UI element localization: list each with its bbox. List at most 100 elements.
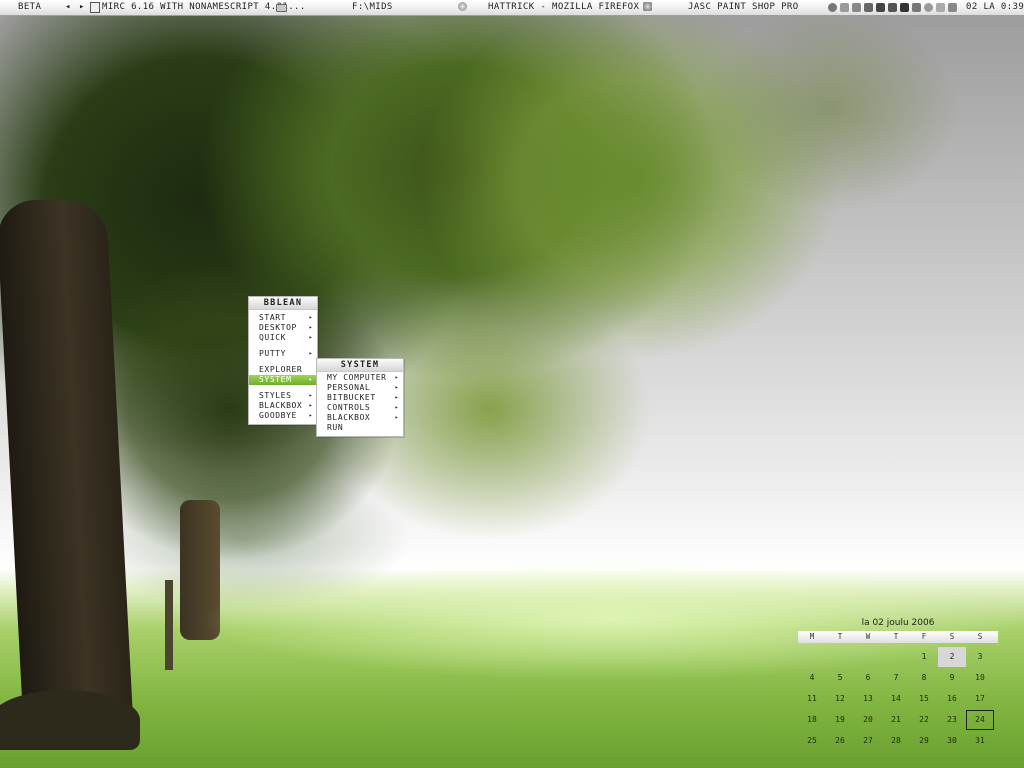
menu-item-run[interactable]: RUN [317,423,403,433]
calendar-day[interactable]: 26 [826,731,854,751]
menu-item-label: START [259,313,287,322]
calendar-day[interactable]: 21 [882,710,910,730]
calendar-day[interactable]: 4 [798,668,826,688]
calendar-day[interactable]: 15 [910,689,938,709]
menu-item-label: BLACKBOX [259,401,303,410]
settings-tray-icon[interactable] [924,3,933,12]
calendar-title: la 02 joulu 2006 [861,618,935,628]
calendar-day[interactable]: 17 [966,689,994,709]
tree-trunk [165,580,173,670]
calendar-day[interactable]: 3 [966,647,994,667]
menu-item-styles[interactable]: STYLES ▸ [249,391,317,401]
menu-item-start[interactable]: START ▸ [249,313,317,323]
network-tray-icon[interactable] [840,3,849,12]
calendar-day[interactable]: 12 [826,689,854,709]
menu-item-label: GOODBYE [259,411,297,420]
menu-item-label: EXPLORER [259,365,303,374]
audio-tray-icon[interactable] [864,3,873,12]
menu-item-desktop[interactable]: DESKTOP ▸ [249,323,317,333]
misc-tray-icon[interactable] [912,3,921,12]
firefox-icon [458,2,467,11]
weekday-label: T [837,632,843,641]
tree-trunk [0,690,140,750]
calendar-day[interactable]: 6 [854,668,882,688]
calendar-day[interactable]: 1 [910,647,938,667]
submenu-arrow-icon: ▸ [394,404,399,411]
menu-item-label: STYLES [259,391,292,400]
weekday-label: S [977,632,983,641]
taskbar-item-mirc[interactable]: MIRC 6.16 WITH NONAMESCRIPT 4.01... [90,0,305,15]
calendar-day[interactable]: 29 [910,731,938,751]
calendar-day[interactable]: 20 [854,710,882,730]
calendar-day[interactable]: 24 [966,710,994,730]
submenu-arrow-icon: ▸ [308,402,313,409]
bblean-root-menu: BBLEAN START ▸ DESKTOP ▸ QUICK ▸ PUTTY ▸ EXPLORE… [248,296,318,425]
taskbar-item-paintshop[interactable]: JASC PAINT SHOP PRO [640,0,800,15]
calendar-day[interactable]: 13 [854,689,882,709]
menu-item-putty[interactable]: PUTTY ▸ [249,349,317,359]
menu-item-personal[interactable]: PERSONAL ▸ [317,383,403,393]
gear-tray-icon[interactable] [828,3,837,12]
calendar-day[interactable]: 9 [938,668,966,688]
submenu-arrow-icon: ▸ [394,394,399,401]
submenu-arrow-icon: ▸ [308,334,313,341]
menu-item-my-computer[interactable]: MY COMPUTER ▸ [317,373,403,383]
calendar-day[interactable]: 30 [938,731,966,751]
calendar-day[interactable]: 10 [966,668,994,688]
sync-tray-icon[interactable] [948,3,957,12]
calendar-day[interactable]: 31 [966,731,994,751]
menu-item-controls[interactable]: CONTROLS ▸ [317,403,403,413]
menu-item-label: RUN [327,423,344,432]
menu-item-label: BLACKBOX [327,413,371,422]
calendar-day[interactable]: 28 [882,731,910,751]
taskbar-item-label: HATTRICK - MOZILLA FIREFOX [488,2,640,12]
menu-item-label: PUTTY [259,349,287,358]
menu-item-bitbucket[interactable]: BITBUCKET ▸ [317,393,403,403]
tools-tray-icon[interactable] [888,3,897,12]
calendar-grid: 1 2 3 4 5 6 7 8 9 10 11 12 13 14 15 16 17 18 19 20 21 22 23 24 2… [798,647,998,753]
menu-item-label: SYSTEM [259,375,292,384]
next-workspace-icon[interactable]: ▸ [79,0,85,15]
system-tray [828,0,960,15]
menu-item-goodbye[interactable]: GOODBYE ▸ [249,411,317,421]
calendar-day[interactable]: 8 [910,668,938,688]
menu-item-blackbox[interactable]: BLACKBOX ▸ [317,413,403,423]
calendar-day[interactable]: 5 [826,668,854,688]
display-tray-icon[interactable] [900,3,909,12]
menu-item-system[interactable]: SYSTEM ▸ [249,375,317,385]
calendar-day[interactable]: 25 [798,731,826,751]
submenu-arrow-icon: ▸ [308,412,313,419]
calendar-day[interactable]: 19 [826,710,854,730]
menu-item-explorer[interactable]: EXPLORER [249,365,317,375]
calendar-day[interactable]: 23 [938,710,966,730]
menu-item-label: DESKTOP [259,323,297,332]
menu-item-label: PERSONAL [327,383,371,392]
system-submenu: SYSTEM MY COMPUTER ▸ PERSONAL ▸ BITBUCKET ▸ CO… [316,358,404,437]
menu-item-quick[interactable]: QUICK ▸ [249,333,317,343]
workspace-label[interactable]: BETA [18,0,41,15]
submenu-arrow-icon: ▸ [308,392,313,399]
calendar-day[interactable]: 18 [798,710,826,730]
clock[interactable]: 02 LA 0:39 [966,0,1024,15]
top-taskbar: BETA ◂ ▸ MIRC 6.16 WITH NONAMESCRIPT 4.0… [0,0,1024,16]
menu-item-blackbox[interactable]: BLACKBOX ▸ [249,401,317,411]
calendar-day[interactable]: 27 [854,731,882,751]
taskbar-item-folder[interactable]: F:\MIDS [350,0,410,15]
calendar-day[interactable]: 11 [798,689,826,709]
previous-workspace-icon[interactable]: ◂ [65,0,71,15]
calendar-day[interactable]: 2 [938,647,966,667]
calendar-day[interactable]: 22 [910,710,938,730]
menu-item-label: MY COMPUTER [327,373,387,382]
calendar-day[interactable]: 7 [882,668,910,688]
calendar-day[interactable]: 16 [938,689,966,709]
user-tray-icon[interactable] [852,3,861,12]
mirc-app-icon [90,2,100,13]
taskbar-item-firefox[interactable]: HATTRICK - MOZILLA FIREFOX [456,0,639,15]
menu-item-label: CONTROLS [327,403,371,412]
submenu-arrow-icon: ▸ [394,384,399,391]
update-tray-icon[interactable] [936,3,945,12]
folder-icon [276,4,287,12]
menu-item-label: BITBUCKET [327,393,376,402]
app-tray-icon[interactable] [876,3,885,12]
calendar-day[interactable]: 14 [882,689,910,709]
